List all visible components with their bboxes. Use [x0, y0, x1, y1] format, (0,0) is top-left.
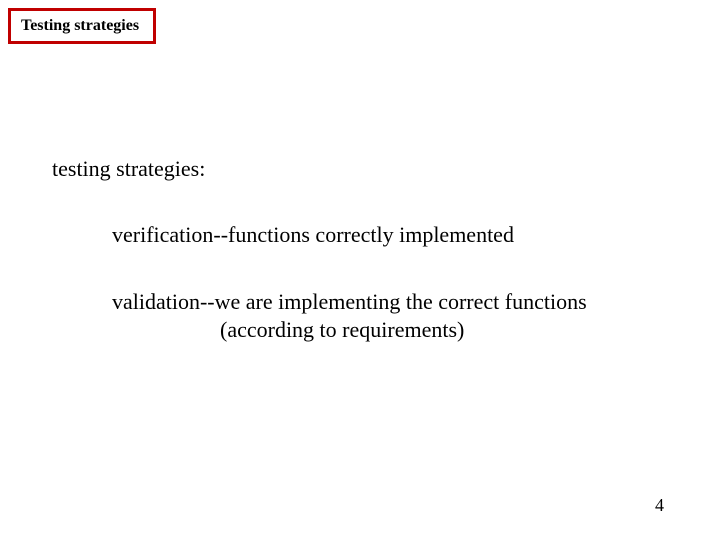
- bullet-verification: verification--functions correctly implem…: [112, 222, 514, 248]
- bullet-validation: validation--we are implementing the corr…: [112, 288, 587, 343]
- slide-title: Testing strategies: [21, 17, 139, 34]
- bullet-validation-line1: validation--we are implementing the corr…: [112, 288, 587, 316]
- bullet-validation-line2: (according to requirements): [112, 316, 587, 344]
- page-number: 4: [655, 495, 664, 516]
- section-heading: testing strategies:: [52, 156, 205, 182]
- slide-title-box: Testing strategies: [8, 8, 156, 44]
